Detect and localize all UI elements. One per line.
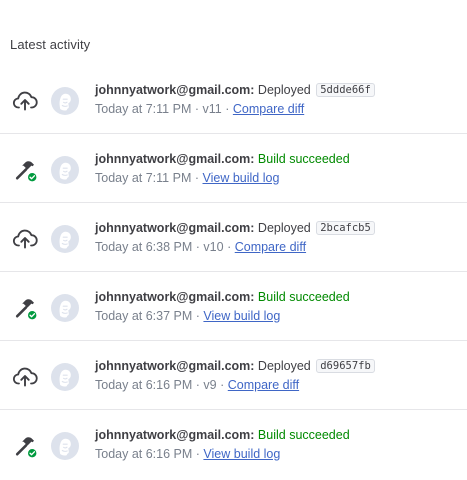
separator-dot: · (225, 102, 230, 116)
activity-time: Today at 6:37 PM (95, 309, 193, 323)
activity-action: Deployed (257, 83, 311, 97)
compare-diff-link[interactable]: Compare diff (228, 378, 299, 392)
avatar[interactable] (51, 432, 79, 460)
activity-meta: Today at 6:38 PM · v10 · Compare diff (95, 240, 306, 254)
activity-summary: johnnyatwork@gmail.com: Build succeeded (95, 428, 350, 442)
build-status: Build succeeded (257, 428, 350, 442)
separator-dot: · (194, 171, 200, 185)
commit-hash-badge[interactable]: d69657fb (316, 359, 375, 373)
separator-dot: · (195, 240, 200, 254)
activity-item: johnnyatwork@gmail.com: Deployed 5ddde66… (0, 65, 467, 134)
separator-dot: · (220, 378, 225, 392)
deploy-arrow-icon (12, 226, 38, 252)
view-build-log-link[interactable]: View build log (203, 171, 280, 185)
compare-diff-link[interactable]: Compare diff (235, 240, 306, 254)
activity-meta: Today at 6:37 PM · View build log (95, 309, 280, 323)
activity-time: Today at 6:38 PM (95, 240, 193, 254)
avatar[interactable] (51, 156, 79, 184)
activity-feed: johnnyatwork@gmail.com: Deployed 5ddde66… (0, 65, 467, 479)
user-email: johnnyatwork@gmail.com: (95, 290, 255, 304)
activity-time: Today at 7:11 PM (95, 102, 192, 116)
activity-time: Today at 6:16 PM (95, 378, 193, 392)
activity-summary: johnnyatwork@gmail.com: Build succeeded (95, 290, 350, 304)
separator-dot: · (227, 240, 232, 254)
build-hammer-success-icon (12, 157, 38, 183)
activity-action: Deployed (257, 359, 311, 373)
avatar[interactable] (51, 294, 79, 322)
user-email: johnnyatwork@gmail.com: (95, 152, 255, 166)
deploy-arrow-icon (12, 364, 38, 390)
build-status: Build succeeded (257, 152, 350, 166)
view-build-log-link[interactable]: View build log (203, 447, 280, 461)
user-email: johnnyatwork@gmail.com: (95, 83, 255, 97)
release-version: v11 (202, 102, 222, 116)
release-version: v9 (203, 378, 217, 392)
activity-summary: johnnyatwork@gmail.com: Build succeeded (95, 152, 350, 166)
activity-meta: Today at 7:11 PM · v11 · Compare diff (95, 102, 304, 116)
build-hammer-success-icon (12, 433, 38, 459)
user-email: johnnyatwork@gmail.com: (95, 221, 255, 235)
separator-dot: · (195, 309, 200, 323)
section-title: Latest activity (10, 37, 91, 52)
activity-item: johnnyatwork@gmail.com: Build succeeded … (0, 272, 467, 341)
compare-diff-link[interactable]: Compare diff (233, 102, 304, 116)
commit-hash-badge[interactable]: 5ddde66f (316, 83, 375, 97)
activity-meta: Today at 7:11 PM · View build log (95, 171, 279, 185)
release-version: v10 (203, 240, 224, 254)
avatar[interactable] (51, 87, 79, 115)
separator-dot: · (195, 378, 200, 392)
build-hammer-success-icon (12, 295, 38, 321)
activity-item: johnnyatwork@gmail.com: Deployed 2bcafcb… (0, 203, 467, 272)
activity-meta: Today at 6:16 PM · v9 · Compare diff (95, 378, 299, 392)
view-build-log-link[interactable]: View build log (203, 309, 280, 323)
activity-item: johnnyatwork@gmail.com: Build succeeded … (0, 134, 467, 203)
activity-item: johnnyatwork@gmail.com: Build succeeded … (0, 410, 467, 479)
deploy-arrow-icon (12, 88, 38, 114)
separator-dot: · (195, 447, 200, 461)
build-status: Build succeeded (257, 290, 350, 304)
user-email: johnnyatwork@gmail.com: (95, 428, 255, 442)
activity-summary: johnnyatwork@gmail.com: Deployed 2bcafcb… (95, 221, 375, 235)
activity-action: Deployed (257, 221, 311, 235)
avatar[interactable] (51, 225, 79, 253)
activity-meta: Today at 6:16 PM · View build log (95, 447, 280, 461)
activity-summary: johnnyatwork@gmail.com: Deployed 5ddde66… (95, 83, 375, 97)
activity-item: johnnyatwork@gmail.com: Deployed d69657f… (0, 341, 467, 410)
commit-hash-badge[interactable]: 2bcafcb5 (316, 221, 375, 235)
user-email: johnnyatwork@gmail.com: (95, 359, 255, 373)
activity-time: Today at 7:11 PM (95, 171, 192, 185)
separator-dot: · (194, 102, 200, 116)
activity-time: Today at 6:16 PM (95, 447, 193, 461)
avatar[interactable] (51, 363, 79, 391)
activity-summary: johnnyatwork@gmail.com: Deployed d69657f… (95, 359, 375, 373)
